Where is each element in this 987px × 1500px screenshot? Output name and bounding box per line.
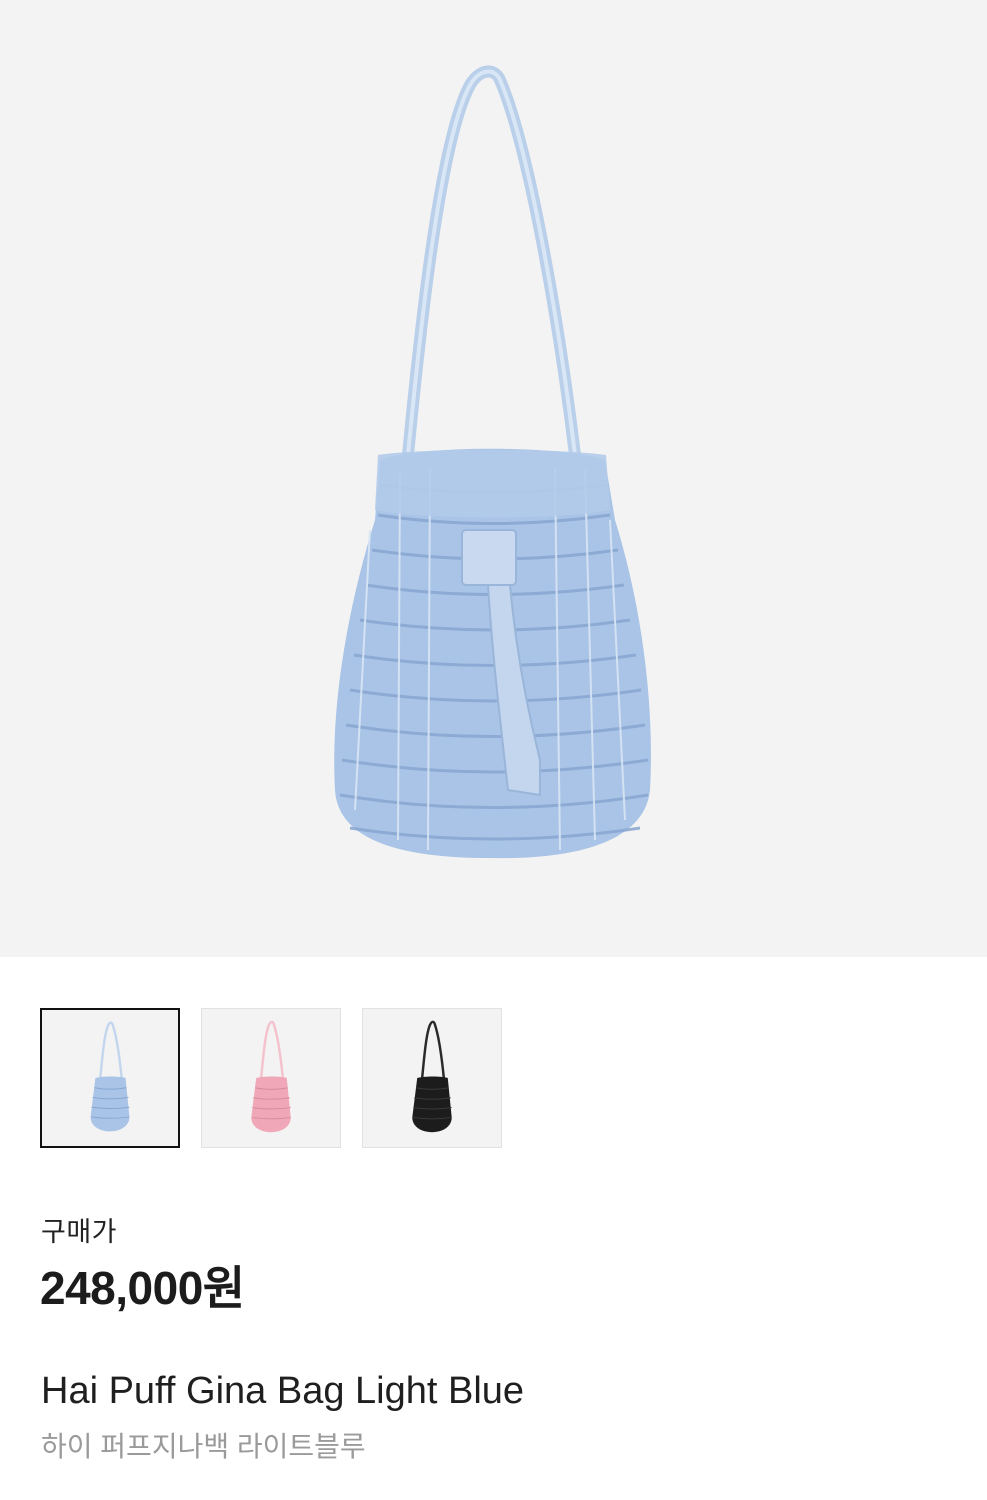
bag-strap: [402, 65, 581, 461]
price-label: 구매가: [41, 1217, 118, 1247]
product-name-english: Hai Puff Gina Bag Light Blue: [41, 1370, 525, 1412]
thumbnail-black[interactable]: [362, 1008, 502, 1148]
thumbnail-bag-image: [90, 1021, 130, 1132]
bag-illustration: [334, 65, 651, 859]
product-price: 248,000원: [40, 1262, 245, 1314]
thumbnail-pink[interactable]: [201, 1008, 341, 1148]
thumbnail-light-blue[interactable]: [40, 1008, 180, 1148]
product-name-korean: 하이 퍼프지나백 라이트블루: [41, 1431, 366, 1462]
thumbnail-bag-image: [412, 1020, 452, 1133]
thumbnail-bag-image: [251, 1020, 291, 1133]
bag-toggle: [461, 529, 517, 586]
product-main-image[interactable]: [0, 0, 987, 957]
